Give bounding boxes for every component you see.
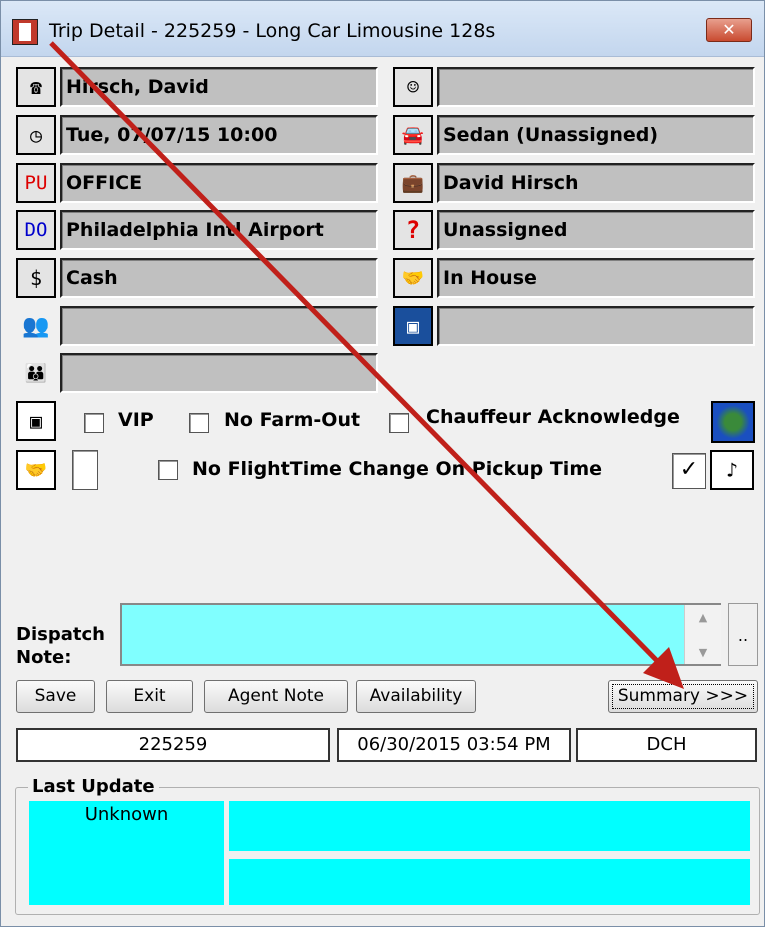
telephone-icon[interactable]: ☎	[16, 67, 56, 107]
dispatch-note-label: Dispatch Note:	[16, 623, 105, 669]
status-value[interactable]: Unassigned	[437, 210, 755, 250]
no-farm-out-label: No Farm-Out	[224, 409, 361, 431]
luggage-icon[interactable]: 💼	[393, 163, 433, 203]
passengers-icon[interactable]: 👥	[16, 306, 56, 346]
vehicle-field[interactable]: 🚘 Sedan (Unassigned)	[393, 115, 755, 155]
dollar-icon[interactable]: $	[16, 258, 56, 298]
passenger-field[interactable]: 💼 David Hirsch	[393, 163, 755, 203]
handshake-icon[interactable]: 🤝	[393, 258, 433, 298]
last-update-user: Unknown	[29, 801, 224, 905]
vip-label: VIP	[118, 409, 154, 431]
extra-checkbox[interactable]	[72, 450, 98, 490]
phone-device-icon[interactable]: ▣	[16, 401, 56, 441]
do-icon[interactable]: DO	[16, 210, 56, 250]
no-farm-out-checkbox[interactable]	[189, 413, 209, 433]
agent-note-button[interactable]: Agent Note	[204, 680, 348, 713]
payment-field[interactable]: $ Cash	[16, 258, 378, 298]
music-note-icon[interactable]: ♪	[710, 450, 754, 490]
close-button[interactable]: ✕	[706, 18, 752, 42]
trip-number: 225259	[16, 728, 330, 762]
status-field[interactable]: ? Unassigned	[393, 210, 755, 250]
clock-icon[interactable]: ◷	[16, 115, 56, 155]
handshake-money-icon[interactable]: 🤝	[16, 450, 56, 490]
affiliate-value[interactable]: In House	[437, 258, 755, 298]
last-update-detail-bottom	[229, 859, 750, 905]
window-title: Trip Detail - 225259 - Long Car Limousin…	[49, 20, 496, 42]
passengers-value[interactable]	[60, 306, 378, 346]
globe-icon[interactable]	[711, 401, 755, 443]
dispatch-note-more-button[interactable]: ..	[728, 603, 758, 666]
card-icon[interactable]: ▣	[393, 306, 433, 346]
title-bar: Trip Detail - 225259 - Long Car Limousin…	[1, 1, 764, 57]
pickup-location[interactable]: OFFICE	[60, 163, 378, 203]
no-flighttime-label: No FlightTime Change On Pickup Time	[192, 458, 603, 480]
payment-method[interactable]: Cash	[60, 258, 378, 298]
scroll-up-icon[interactable]: ▲	[685, 611, 721, 624]
save-button[interactable]: Save	[16, 680, 95, 713]
vehicle-icon[interactable]: 🚘	[393, 115, 433, 155]
chauffeur-field[interactable]: ☺	[393, 67, 755, 107]
exit-button[interactable]: Exit	[106, 680, 193, 713]
availability-button[interactable]: Availability	[356, 680, 476, 713]
group-value[interactable]	[60, 353, 378, 393]
passengers-field[interactable]: 👥	[16, 306, 378, 346]
customer-field[interactable]: ☎ Hirsch, David	[16, 67, 378, 107]
chauffeur-value[interactable]	[437, 67, 755, 107]
created-datetime: 06/30/2015 03:54 PM	[337, 728, 571, 762]
scroll-down-icon[interactable]: ▼	[685, 646, 721, 659]
trip-detail-window: Trip Detail - 225259 - Long Car Limousin…	[0, 0, 765, 927]
vip-checkbox[interactable]	[84, 413, 104, 433]
group-field[interactable]: 👪	[16, 353, 378, 393]
dispatch-note-input[interactable]	[120, 603, 721, 666]
pickup-field[interactable]: PU OFFICE	[16, 163, 378, 203]
chauffeur-ack-label: Chauffeur Acknowledge	[426, 406, 680, 428]
dispatch-label-line1: Dispatch	[16, 624, 105, 645]
vehicle-value[interactable]: Sedan (Unassigned)	[437, 115, 755, 155]
summary-button[interactable]: Summary >>>	[608, 680, 758, 713]
no-flighttime-checkbox[interactable]	[158, 460, 178, 480]
last-update-detail-top	[229, 801, 750, 851]
datetime-field[interactable]: ◷ Tue, 07/07/15 10:00	[16, 115, 378, 155]
card-field[interactable]: ▣	[393, 306, 755, 346]
affiliate-field[interactable]: 🤝 In House	[393, 258, 755, 298]
right-checked-checkbox[interactable]: ✓	[672, 453, 706, 489]
pu-icon[interactable]: PU	[16, 163, 56, 203]
group-icon[interactable]: 👪	[16, 353, 56, 393]
dispatch-label-line2: Note:	[16, 647, 72, 668]
dropoff-field[interactable]: DO Philadelphia Intl Airport	[16, 210, 378, 250]
user-initials: DCH	[576, 728, 757, 762]
dropoff-location[interactable]: Philadelphia Intl Airport	[60, 210, 378, 250]
chauffeur-icon[interactable]: ☺	[393, 67, 433, 107]
question-icon[interactable]: ?	[393, 210, 433, 250]
passenger-name[interactable]: David Hirsch	[437, 163, 755, 203]
customer-name[interactable]: Hirsch, David	[60, 67, 378, 107]
card-value[interactable]	[437, 306, 755, 346]
dispatch-note-scrollbar[interactable]: ▲ ▼	[684, 605, 721, 664]
last-update-title: Last Update	[28, 776, 159, 797]
app-icon	[12, 19, 38, 45]
pickup-datetime[interactable]: Tue, 07/07/15 10:00	[60, 115, 378, 155]
chauffeur-ack-checkbox[interactable]	[389, 413, 409, 433]
